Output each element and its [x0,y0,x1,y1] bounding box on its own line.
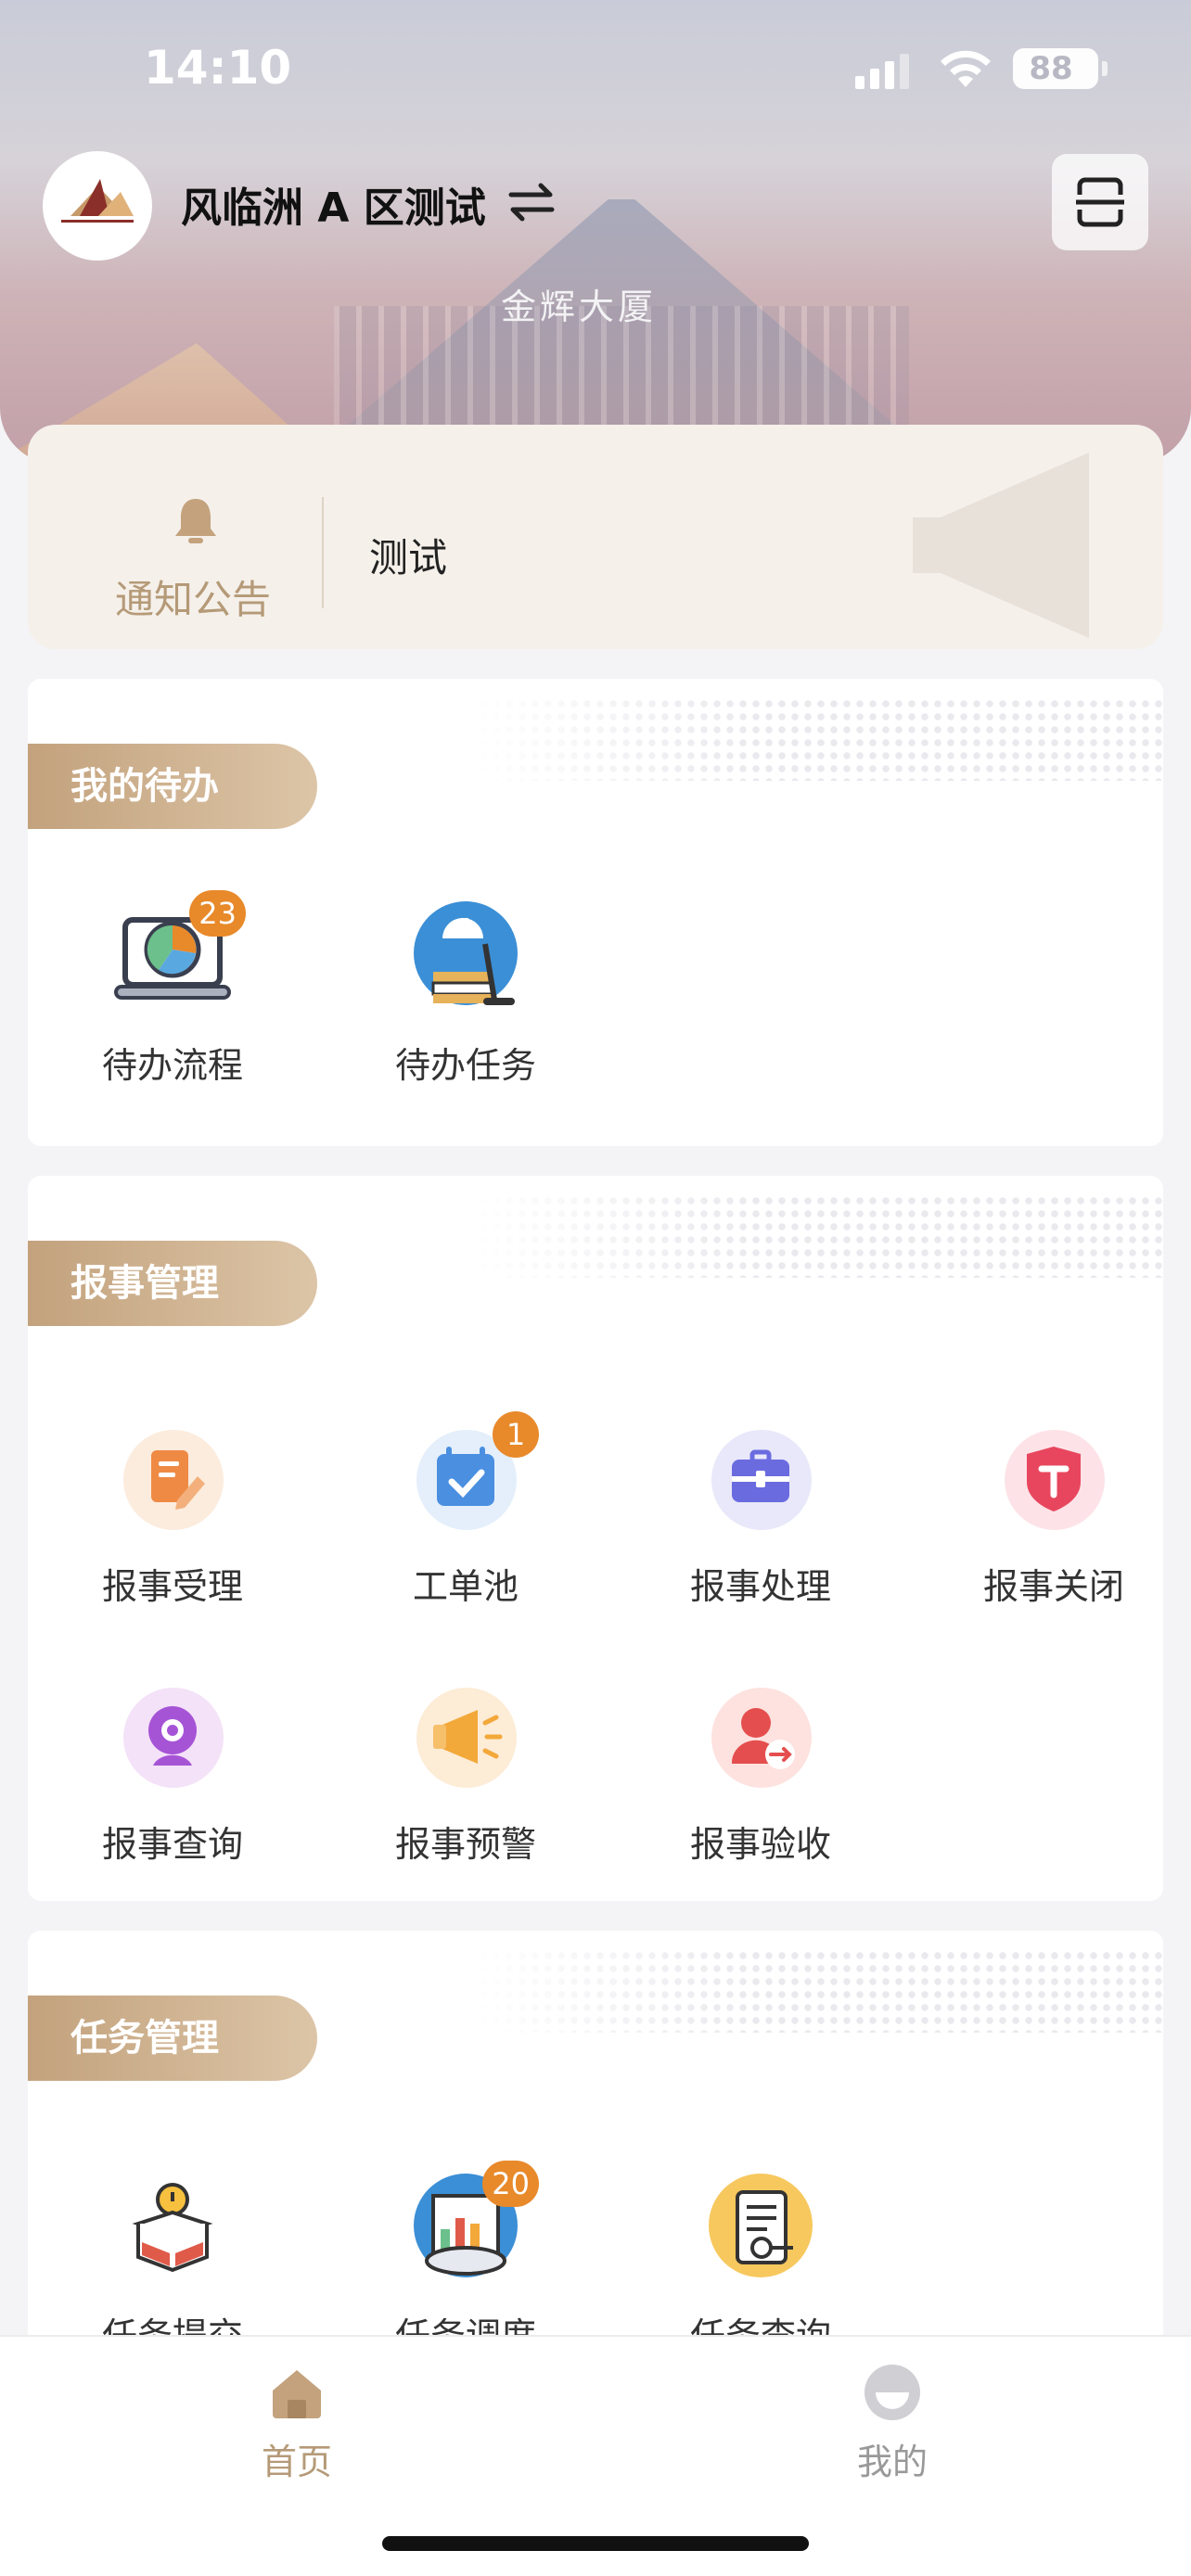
user-icon [864,2365,920,2420]
company-logo [43,151,152,261]
task-query-item[interactable]: 任务查询 [659,2168,863,2358]
switch-project-icon[interactable] [506,176,557,228]
todo-process-badge: 23 [189,890,246,937]
tab-label: 首页 [261,2442,332,2482]
toolbox-icon [732,1449,789,1502]
webcam-icon [148,1706,197,1766]
report-close-item[interactable]: 报事关闭 [952,1419,1156,1609]
todo-task-item[interactable]: 待办任务 [364,898,568,1088]
item-label: 待办任务 [394,1045,536,1086]
scan-icon [1076,177,1124,227]
megaphone-icon [433,1710,503,1764]
task-submit-item[interactable]: 任务提交 [70,2168,275,2358]
tab-label: 我的 [856,2442,928,2482]
notice-bar[interactable]: 通知公告 测试 [28,425,1163,649]
section-title: 报事管理 [28,1241,317,1326]
item-label: 报事验收 [689,1824,831,1865]
todo-process-item[interactable]: 23 待办流程 [70,890,275,1088]
item-label: 报事关闭 [982,1566,1124,1607]
home-icon [273,2370,321,2418]
megaphone-decoration-icon [913,453,1089,638]
section-title: 任务管理 [28,1996,317,2081]
report-accept-item[interactable]: 报事受理 [70,1419,275,1609]
task-dispatch-badge: 20 [482,2161,539,2207]
section-task: 任务管理 任务提交 20 任务调度 [28,1931,1163,2376]
report-query-item[interactable]: 报事查询 [70,1677,275,1867]
task-dispatch-item[interactable]: 20 任务调度 [364,2161,568,2358]
item-label: 报事预警 [394,1824,536,1865]
work-order-pool-badge: 1 [493,1411,539,1458]
section-todo: 我的待办 23 待办流程 待办任务 [28,679,1163,1146]
report-warning-item[interactable]: 报事预警 [364,1677,568,1867]
project-title[interactable]: 风临洲 A 区测试 [181,174,486,234]
item-label: 报事查询 [101,1824,243,1865]
item-label: 工单池 [412,1566,519,1607]
banner-sign: 金辉大厦 [501,287,658,327]
desk-lamp-icon [414,901,518,1005]
scan-button[interactable] [1052,154,1148,250]
notice-text[interactable]: 测试 [369,527,447,583]
home-indicator [382,2536,809,2551]
idea-box-icon [132,2183,213,2273]
section-report: 报事管理 报事受理 1 工单池 报事处理 报事关闭 报事查询 报事预警 报事验收 [28,1176,1163,1901]
document-key-icon [709,2174,813,2277]
edit-form-icon [151,1450,205,1510]
user-transfer-icon [731,1708,795,1769]
battery-icon: 88 [1013,48,1108,89]
wifi-icon [941,50,991,87]
status-bar: 14:10 88 [0,0,1191,139]
work-order-pool-item[interactable]: 1 工单池 [364,1411,568,1609]
battery-level: 88 [1029,50,1073,87]
item-label: 报事受理 [101,1566,243,1607]
tab-home[interactable]: 首页 [204,2363,390,2484]
cellular-signal-icon [855,54,909,89]
status-time: 14:10 [144,41,292,95]
item-label: 报事处理 [689,1566,831,1607]
report-check-item[interactable]: 报事验收 [659,1677,863,1867]
tab-mine[interactable]: 我的 [800,2363,985,2484]
report-handle-item[interactable]: 报事处理 [659,1419,863,1609]
bell-icon [175,499,216,543]
notice-label: 通知公告 [115,577,272,622]
shield-icon [1027,1447,1081,1511]
section-title: 我的待办 [28,744,317,829]
item-label: 待办流程 [101,1045,243,1086]
notice-divider [322,497,324,608]
